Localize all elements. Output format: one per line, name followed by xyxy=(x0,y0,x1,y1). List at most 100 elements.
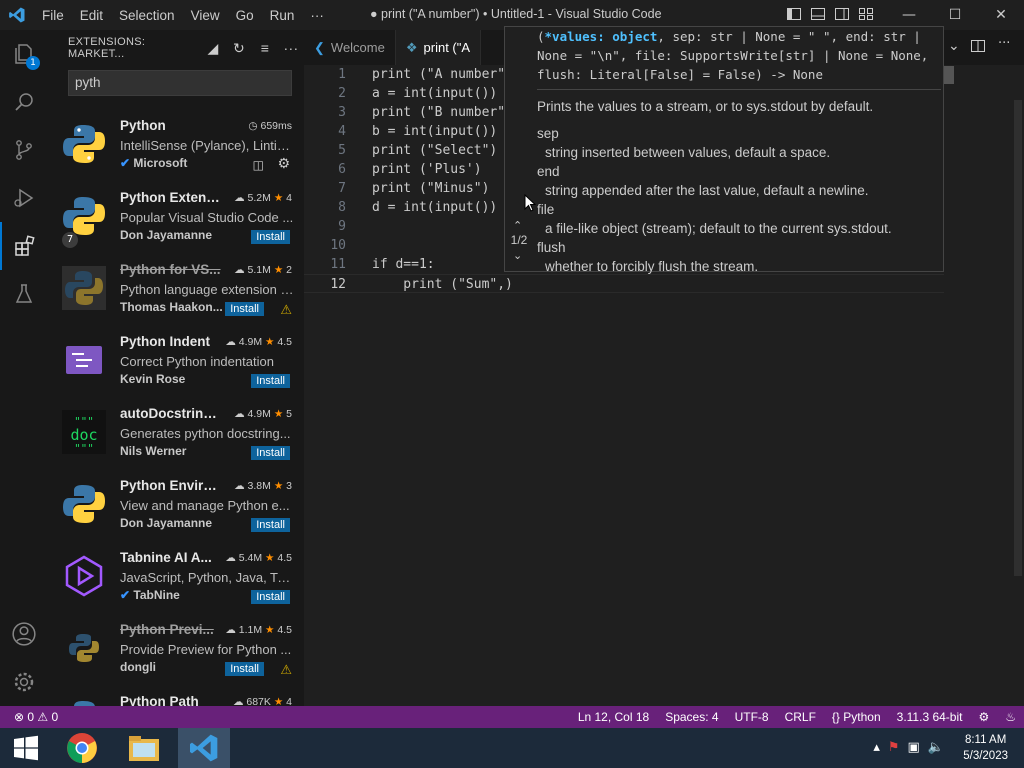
more-tabs-chevron-icon[interactable]: ⌄ xyxy=(948,38,960,54)
install-button[interactable]: Install xyxy=(251,374,290,388)
extension-item-python-indent[interactable]: Python Indent ☁ 4.9M ★ 4.5 Correct Pytho… xyxy=(48,328,304,400)
svg-text:""": """ xyxy=(74,442,94,454)
download-icon: ☁ xyxy=(234,408,245,420)
code-line-current[interactable]: print ("Sum",) xyxy=(372,275,513,294)
download-icon: ☁ xyxy=(225,336,236,348)
split-view-icon[interactable]: ◫ xyxy=(253,158,264,172)
tab-welcome[interactable]: ❮ Welcome xyxy=(304,30,396,65)
code-line[interactable]: a = int(input()) xyxy=(372,84,497,103)
accounts-icon[interactable] xyxy=(0,610,48,658)
source-control-icon[interactable] xyxy=(0,126,48,174)
extension-item-python-path[interactable]: Python Path ☁ 687K ★ 4 xyxy=(48,688,304,706)
extension-item-python-extension-pack[interactable]: 7 Python Extens... ☁ 5.2M ★ 4 Popular Vi… xyxy=(48,184,304,256)
extensions-sidebar: EXTENSIONS: MARKET... ◢ ↻ ≡ ··· pyth Pyt… xyxy=(48,30,304,706)
extension-stats: ☁ 5.4M ★ 4.5 xyxy=(225,552,292,564)
end-of-line[interactable]: CRLF xyxy=(777,710,824,724)
clear-results-icon[interactable]: ≡ xyxy=(252,40,278,56)
code-line[interactable]: print ("Minus") xyxy=(372,179,489,198)
extension-settings-gear-icon[interactable]: ⚙ xyxy=(277,156,290,172)
customize-layout-icon[interactable] xyxy=(858,6,874,22)
vscode-taskbar-icon[interactable] xyxy=(178,728,230,768)
search-icon[interactable] xyxy=(0,78,48,126)
star-icon: ★ xyxy=(265,336,275,348)
code-line[interactable]: print ('Plus') xyxy=(372,160,482,179)
manage-gear-icon[interactable] xyxy=(0,658,48,706)
volume-muted-icon[interactable]: 🔈 xyxy=(928,740,944,755)
vscode-logo-icon xyxy=(0,0,34,30)
python-interpreter[interactable]: 3.11.3 64-bit xyxy=(889,710,971,724)
install-button[interactable]: Install xyxy=(251,518,290,532)
install-button[interactable]: Install xyxy=(225,662,264,676)
close-button[interactable]: ✕ xyxy=(978,0,1024,30)
extension-item-python-preview[interactable]: Python Previ... ☁ 1.1M ★ 4.5 Provide Pre… xyxy=(48,616,304,688)
tab-untitled[interactable]: ❖ print ("A xyxy=(395,30,482,65)
clock-icon: ◷ xyxy=(248,120,258,132)
show-hidden-icons-icon[interactable]: ▴ xyxy=(873,740,880,755)
menu-selection[interactable]: Selection xyxy=(111,8,183,23)
indentation[interactable]: Spaces: 4 xyxy=(657,710,726,724)
problems-indicator[interactable]: ⊗ 0 ⚠ 0 xyxy=(6,710,66,724)
clock-date: 5/3/2023 xyxy=(963,750,1008,762)
testing-icon[interactable] xyxy=(0,270,48,318)
network-icon[interactable]: ▣ xyxy=(908,740,920,755)
code-line[interactable]: print ("Select") xyxy=(372,141,497,160)
install-button[interactable]: Install xyxy=(251,590,290,604)
line-number: 11 xyxy=(330,257,346,272)
code-line[interactable]: print ("B number" xyxy=(372,103,505,122)
feedback-icon[interactable]: ⚙ xyxy=(970,710,997,724)
filter-icon[interactable]: ◢ xyxy=(200,40,226,57)
encoding[interactable]: UTF-8 xyxy=(727,710,777,724)
toggle-sidebar-icon[interactable] xyxy=(786,6,802,22)
extension-item-python-environment-manager[interactable]: Python Enviro... ☁ 3.8M ★ 3 View and man… xyxy=(48,472,304,544)
menu-run[interactable]: Run xyxy=(262,8,303,23)
windows-start-icon[interactable] xyxy=(0,728,52,768)
extension-stats: ☁ 4.9M ★ 5 xyxy=(234,408,292,420)
clock-time: 8:11 AM xyxy=(964,734,1007,746)
menu-go[interactable]: Go xyxy=(228,8,262,23)
toggle-secondary-sidebar-icon[interactable] xyxy=(834,6,850,22)
install-button[interactable]: Install xyxy=(251,446,290,460)
code-line[interactable]: d = int(input()) xyxy=(372,198,497,217)
language-mode[interactable]: {} Python xyxy=(824,710,889,724)
extension-item-tabnine[interactable]: Tabnine AI A... ☁ 5.4M ★ 4.5 JavaScript,… xyxy=(48,544,304,616)
extension-publisher: dongli xyxy=(120,660,156,674)
menu-edit[interactable]: Edit xyxy=(72,8,111,23)
menu-more[interactable]: ··· xyxy=(302,8,332,23)
code-line[interactable]: if d==1: xyxy=(372,255,435,274)
line-number: 9 xyxy=(338,219,346,234)
extension-publisher: ✔ TabNine xyxy=(120,588,180,602)
editor-more-actions-icon[interactable]: ··· xyxy=(998,36,1010,51)
chrome-icon[interactable] xyxy=(56,728,108,768)
cursor-position[interactable]: Ln 12, Col 18 xyxy=(570,710,657,724)
python-file-icon: ❖ xyxy=(405,39,418,55)
next-signature-icon[interactable]: ⌄ xyxy=(513,249,522,262)
extension-item-python-for-vscode[interactable]: Python for VS... ☁ 5.1M ★ 2 Python langu… xyxy=(48,256,304,328)
extensions-search-input[interactable]: pyth xyxy=(68,70,292,96)
code-line[interactable]: print ("A number" xyxy=(372,65,505,84)
install-button[interactable]: Install xyxy=(225,302,264,316)
extension-stats: ☁ 5.2M ★ 4 xyxy=(234,192,292,204)
explorer-icon[interactable]: 1 xyxy=(0,30,48,78)
menu-view[interactable]: View xyxy=(183,8,228,23)
toggle-panel-icon[interactable] xyxy=(810,6,826,22)
refresh-icon[interactable]: ↻ xyxy=(226,40,252,57)
more-actions-icon[interactable]: ··· xyxy=(278,40,304,56)
code-line[interactable]: b = int(input()) xyxy=(372,122,497,141)
line-number: 7 xyxy=(338,181,346,196)
menu-file[interactable]: File xyxy=(34,8,72,23)
run-debug-icon[interactable] xyxy=(0,174,48,222)
notifications-bell-icon[interactable]: ♨ xyxy=(997,710,1024,724)
minimap[interactable] xyxy=(944,66,954,84)
taskbar-clock[interactable]: 8:11 AM 5/3/2023 xyxy=(963,732,1008,764)
line-number: 10 xyxy=(330,238,346,253)
action-center-flag-icon[interactable]: ⚑ xyxy=(888,740,900,755)
split-editor-icon[interactable] xyxy=(970,38,986,58)
previous-signature-icon[interactable]: ⌃ xyxy=(513,219,522,232)
vertical-scrollbar[interactable] xyxy=(1014,100,1022,576)
install-button[interactable]: Install xyxy=(251,230,290,244)
extension-item-python[interactable]: Python ◷ 659ms IntelliSense (Pylance), L… xyxy=(48,112,304,184)
vscode-tab-icon: ❮ xyxy=(314,39,325,55)
file-explorer-icon[interactable] xyxy=(118,728,170,768)
extensions-icon[interactable] xyxy=(0,222,48,270)
extension-item-autodocstring[interactable]: """ doc """ autoDocstring... ☁ 4.9M ★ 5 Ge… xyxy=(48,400,304,472)
